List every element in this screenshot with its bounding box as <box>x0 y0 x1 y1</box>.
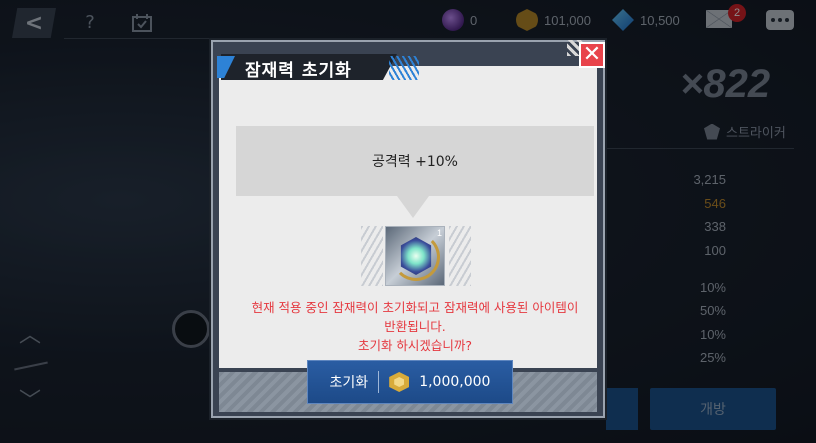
speech-tail <box>397 196 429 218</box>
stat-text: 공격력 +10% <box>372 154 458 170</box>
decor-hatch <box>449 226 471 286</box>
potential-item[interactable]: 1 <box>385 226 445 286</box>
reset-confirm-button[interactable]: 초기화 1,000,000 <box>307 360 513 404</box>
gold-coin-icon <box>389 372 410 392</box>
item-count: 1 <box>436 228 442 238</box>
decor-hatch <box>361 226 383 286</box>
close-button[interactable]: ✕ <box>579 42 605 68</box>
warning-message: 현재 적용 중인 잠재력이 초기화되고 잠재력에 사용된 아이템이 반환됩니다.… <box>236 298 594 355</box>
button-divider <box>378 371 380 393</box>
warning-line: 반환됩니다. <box>384 319 446 334</box>
reset-cost: 1,000,000 <box>419 374 491 390</box>
stat-box: 공격력 +10% <box>236 126 594 196</box>
reset-potential-dialog: 공격력 +10% 1 현재 적용 중인 잠재력이 초기화되고 잠재력에 사용된 … <box>211 40 605 418</box>
title-stripes <box>389 56 419 80</box>
reset-label: 초기화 <box>329 375 369 391</box>
close-icon: ✕ <box>582 42 602 67</box>
warning-line: 초기화 하시겠습니까? <box>357 338 473 353</box>
dialog-body: 공격력 +10% 1 현재 적용 중인 잠재력이 초기화되고 잠재력에 사용된 … <box>219 66 597 368</box>
warning-line: 현재 적용 중인 잠재력이 초기화되고 잠재력에 사용된 아이템이 <box>251 300 579 315</box>
dialog-title: 잠재력 초기화 <box>245 61 352 81</box>
